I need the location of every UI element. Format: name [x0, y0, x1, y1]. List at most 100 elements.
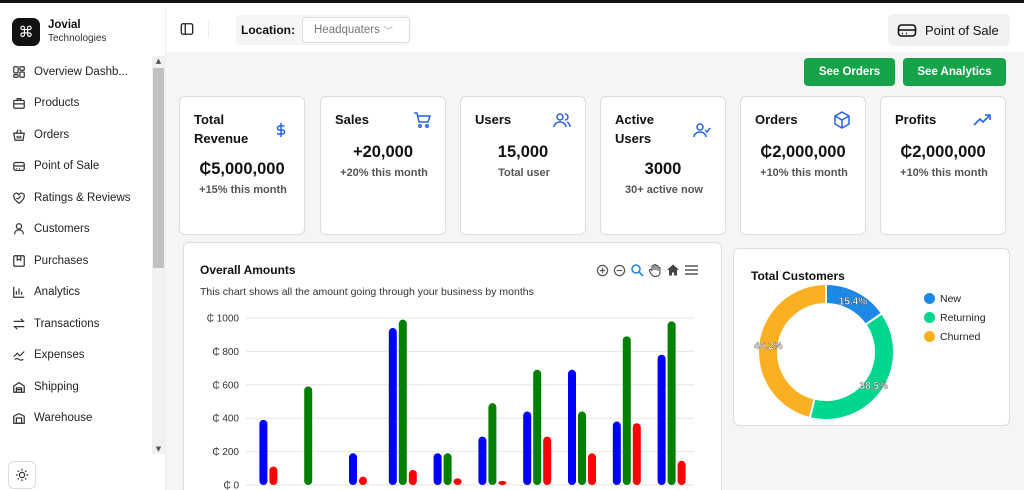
sidebar-item-label: Analytics [34, 286, 81, 299]
total-customers-panel: Total Customers 15.4% 38.5% 46.2% New Retu… [733, 248, 1010, 426]
sidebar-item-purchases[interactable]: Purchases [0, 245, 152, 277]
theme-toggle-button[interactable] [8, 461, 36, 489]
bar [398, 319, 407, 485]
sidebar-item-shipping[interactable]: Shipping [0, 371, 152, 403]
card-value: ₵2,000,000 [760, 143, 846, 161]
bar [588, 453, 596, 485]
slice-value-label: 15.4% [839, 297, 867, 308]
sidebar-item-label: Transactions [34, 317, 100, 330]
box-icon [834, 111, 850, 129]
scroll-down-arrow-icon[interactable]: ▼ [154, 444, 163, 454]
card-value: 15,000 [497, 143, 549, 161]
sidebar-item-overview[interactable]: Overview Dashb... [0, 56, 152, 88]
legend-label: Churned [940, 330, 981, 343]
brand[interactable]: ⌘ Jovial Technologies [12, 18, 106, 46]
top-header: Location: Headquaters ﹀ Point of Sale [166, 6, 1024, 52]
y-tick-label: ₵ 200 [212, 446, 239, 458]
bar [408, 469, 417, 485]
bar [443, 453, 452, 485]
legend-item-returning[interactable]: Returning [924, 308, 986, 327]
shipping-icon [13, 381, 25, 393]
sidebar-item-label: Point of Sale [34, 160, 100, 173]
sidebar-item-label: Orders [34, 128, 70, 141]
point-of-sale-button[interactable]: Point of Sale [888, 14, 1010, 46]
donut-legend: New Returning Churned [924, 289, 986, 346]
sidebar-item-label: Ratings & Reviews [34, 191, 131, 204]
bar [498, 480, 507, 485]
bar [622, 336, 631, 485]
location-picker: Location: Headquaters ﹀ [236, 15, 410, 45]
bar [478, 436, 487, 485]
bar [667, 321, 676, 485]
legend-label: New [940, 292, 962, 305]
bar-chart-icon [13, 287, 25, 299]
legend-item-new[interactable]: New [924, 289, 986, 308]
bar [453, 478, 462, 485]
sidebar: ⌘ Jovial Technologies Overview Dashb... … [0, 6, 166, 490]
card-title: Orders [755, 112, 798, 127]
sidebar-item-transactions[interactable]: Transactions [0, 308, 152, 340]
bar [349, 453, 357, 485]
card-subtext: +10% this month [900, 167, 988, 179]
sidebar-scrollbar[interactable]: ▲ ▼ [152, 56, 165, 454]
card-subtext: Total user [498, 167, 550, 179]
y-tick-label: ₵ 400 [212, 413, 239, 425]
sidebar-item-label: Products [34, 97, 80, 110]
warehouse-icon [13, 413, 25, 425]
card-subtext: +15% this month [199, 184, 287, 196]
see-analytics-button[interactable]: See Analytics [903, 58, 1006, 86]
slice-value-label: 46.2% [754, 341, 782, 352]
scroll-up-arrow-icon[interactable]: ▲ [154, 56, 163, 66]
legend-item-churned[interactable]: Churned [924, 327, 986, 346]
sidebar-item-label: Purchases [34, 254, 89, 267]
sidebar-toggle-button[interactable] [180, 22, 194, 41]
sidebar-item-customers[interactable]: Customers [0, 214, 152, 246]
sidebar-item-warehouse[interactable]: Warehouse [0, 403, 152, 435]
legend-swatch [924, 293, 935, 304]
heart-icon [13, 192, 25, 204]
sidebar-item-analytics[interactable]: Analytics [0, 277, 152, 309]
sidebar-item-point-of-sale[interactable]: Point of Sale [0, 151, 152, 183]
command-logo-icon: ⌘ [12, 18, 40, 46]
dollar-icon [276, 123, 286, 137]
panel-left-icon [180, 23, 194, 35]
cart-icon [414, 112, 431, 128]
bar [568, 369, 576, 485]
bar [259, 419, 268, 485]
scrollbar-thumb[interactable] [153, 68, 164, 268]
location-value: Headquaters [314, 24, 380, 36]
card-title: Active Users [615, 112, 655, 146]
kpi-card-profits: Profits ₵2,000,000 +10% this month [880, 96, 1006, 235]
y-tick-label: ₵ 1000 [207, 313, 240, 325]
sidebar-nav: Overview Dashb... Products Orders Point … [0, 56, 152, 454]
bar [533, 369, 542, 485]
card-subtext: 30+ active now [625, 184, 703, 196]
card-value: +20,000 [352, 143, 414, 161]
sidebar-item-ratings-reviews[interactable]: Ratings & Reviews [0, 182, 152, 214]
expenses-icon [13, 351, 25, 361]
legend-label: Returning [940, 311, 986, 324]
briefcase-icon [13, 98, 25, 110]
sidebar-item-expenses[interactable]: Expenses [0, 340, 152, 372]
purchases-icon [13, 254, 25, 267]
bar [677, 460, 686, 485]
card-title: Profits [895, 112, 937, 127]
kpi-card-orders: Orders ₵2,000,000 +10% this month [740, 96, 866, 235]
see-orders-button[interactable]: See Orders [804, 58, 895, 86]
app-window: ⌘ Jovial Technologies Overview Dashb... … [0, 0, 1024, 490]
sidebar-item-orders[interactable]: Orders [0, 119, 152, 151]
donut-slice [808, 311, 895, 421]
register-icon [897, 24, 917, 37]
overall-amounts-bar-chart: ₵ 0 ₵ 200 ₵ 400 ₵ 600 ₵ 800 ₵ 1000 [207, 313, 694, 490]
main-content: See Orders See Analytics Total Revenue ₵… [166, 52, 1024, 490]
sidebar-item-products[interactable]: Products [0, 88, 152, 120]
card-subtext: +20% this month [340, 167, 428, 179]
sidebar-item-label: Shipping [34, 380, 79, 393]
card-title: Total Revenue [194, 112, 249, 146]
trending-up-icon [973, 114, 991, 126]
location-select[interactable]: Headquaters ﹀ [302, 17, 410, 43]
kpi-card-users: Users 15,000 Total user [460, 96, 586, 235]
user-icon [14, 223, 24, 235]
bar [632, 423, 641, 485]
chevron-down-icon: ﹀ [383, 25, 393, 36]
